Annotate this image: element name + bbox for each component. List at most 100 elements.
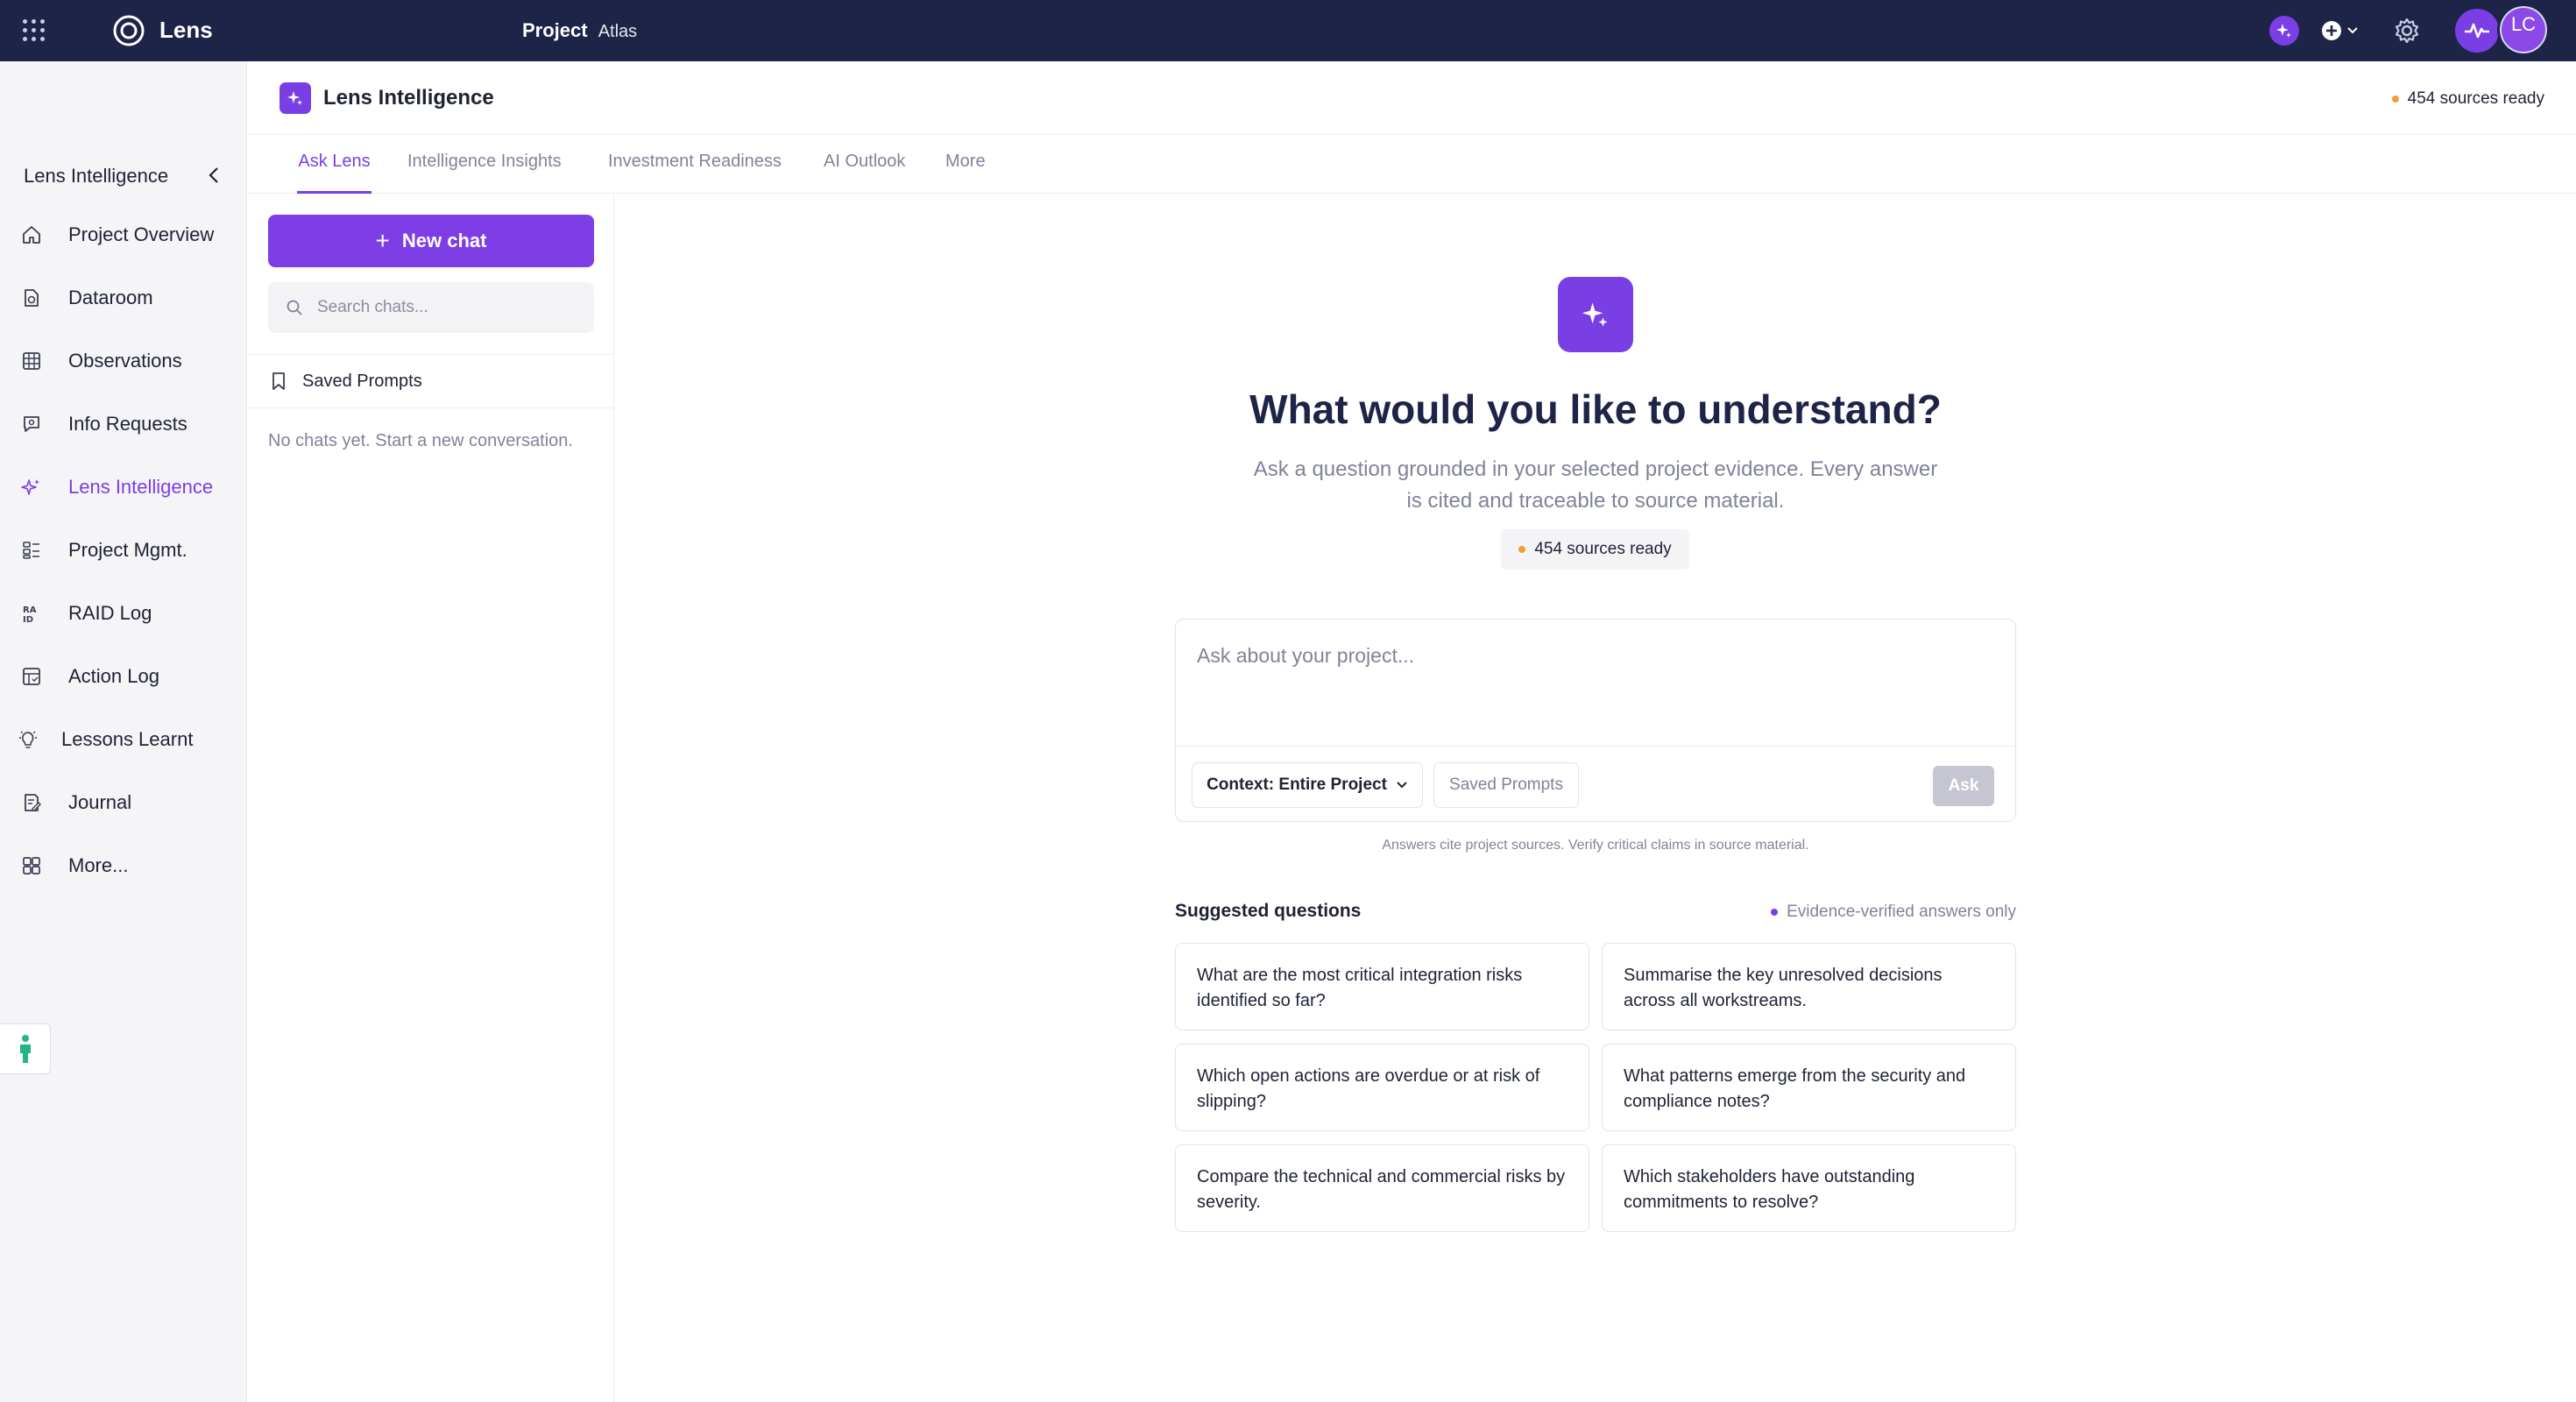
nav-item-journal[interactable]: Journal: [19, 785, 131, 820]
nav-item-label: RAID Log: [68, 602, 152, 624]
saved-prompts-link[interactable]: Saved Prompts: [248, 354, 614, 408]
status-dot: [1518, 546, 1526, 553]
search-icon: [287, 300, 302, 315]
plus-icon: +: [375, 227, 390, 254]
saved-prompts-label: Saved Prompts: [302, 371, 422, 391]
nav-item-label: Lens Intelligence: [68, 476, 214, 498]
nav-item-label: Journal: [68, 791, 132, 813]
apps-grid-icon[interactable]: [23, 19, 46, 42]
empty-chats-message: No chats yet. Start a new conversation.: [268, 431, 573, 450]
nav-item-info-requests[interactable]: Info Requests: [19, 407, 188, 442]
status-dot: [2391, 96, 2399, 103]
sources-status: 454 sources ready: [2391, 89, 2544, 109]
suggested-question-card[interactable]: Which stakeholders have outstanding comm…: [1602, 1144, 2016, 1232]
nav-item-label: Info Requests: [68, 413, 188, 435]
activity-button[interactable]: [2455, 9, 2499, 53]
sparkle-icon: [19, 475, 44, 499]
add-menu-button[interactable]: [2320, 18, 2364, 44]
search-chats-field[interactable]: [268, 282, 594, 333]
chevron-down-icon: [1397, 782, 1407, 789]
nav-section-title: Lens Intelligence: [24, 165, 169, 187]
help-widget-tab[interactable]: [0, 1023, 51, 1074]
chat-search-icon: [19, 412, 44, 436]
brand-name[interactable]: Lens: [159, 17, 213, 44]
new-chat-button[interactable]: + New chat: [268, 215, 594, 267]
suggested-questions-title: Suggested questions: [1175, 901, 1362, 921]
context-label: Context: Entire Project: [1207, 775, 1387, 794]
plus-circle-icon: [2322, 21, 2341, 40]
sparkle-icon: [2276, 24, 2291, 38]
hero-sparkle-icon: [1558, 277, 1633, 352]
raid-icon: RA ID: [19, 601, 44, 626]
ai-sparkle-button[interactable]: [2269, 16, 2299, 46]
nav-item-label: Lessons Learnt: [61, 728, 194, 750]
sources-pill-text: 454 sources ready: [1534, 540, 1672, 558]
chat-sidebar: + New chat Saved Prompts No chats yet. S…: [248, 195, 614, 1402]
composer-toolbar: Context: Entire Project Saved Prompts As…: [1176, 746, 2015, 821]
home-icon: [19, 223, 44, 247]
svg-text:RA: RA: [23, 605, 37, 615]
nav-item-project-mgmt[interactable]: Project Mgmt.: [19, 533, 188, 568]
ask-button[interactable]: Ask: [1933, 766, 1994, 806]
tab-investment-readiness[interactable]: Investment Readiness: [608, 152, 782, 194]
lightbulb-icon: [16, 727, 40, 752]
search-chats-input[interactable]: [317, 298, 580, 317]
top-bar: Lens Project Atlas LC: [0, 0, 2576, 61]
nav-item-dataroom[interactable]: Dataroom: [19, 280, 153, 315]
sources-status-text: 454 sources ready: [2407, 89, 2544, 108]
ask-composer: Context: Entire Project Saved Prompts As…: [1175, 619, 2016, 822]
person-icon: [19, 1035, 31, 1063]
tab-more[interactable]: More: [945, 152, 986, 194]
context-dropdown[interactable]: Context: Entire Project: [1192, 762, 1423, 808]
nav-item-lessons-learnt[interactable]: Lessons Learnt: [16, 722, 193, 757]
sources-ready-pill: 454 sources ready: [1501, 529, 1689, 570]
user-avatar[interactable]: LC: [2497, 4, 2550, 56]
suggested-question-card[interactable]: Summarise the key unresolved decisions a…: [1602, 943, 2016, 1030]
tab-ai-outlook[interactable]: AI Outlook: [824, 152, 905, 194]
more-grid-icon: [19, 853, 44, 878]
left-navigation: Lens Intelligence Project Overview Datar…: [0, 61, 247, 1402]
tab-ask-lens[interactable]: Ask Lens: [297, 152, 372, 194]
nav-item-raid-log[interactable]: RA ID RAID Log: [19, 596, 152, 631]
main-header: Lens Intelligence 454 sources ready: [248, 61, 2576, 135]
suggested-question-card[interactable]: Which open actions are overdue or at ris…: [1175, 1044, 1589, 1131]
tab-bar: Ask Lens Intelligence Insights Investmen…: [248, 136, 2576, 194]
evidence-note-text: Evidence-verified answers only: [1787, 903, 2016, 921]
collapse-chevron-icon[interactable]: [203, 163, 224, 188]
lens-intelligence-icon: [280, 82, 311, 114]
ask-input[interactable]: [1176, 620, 2015, 746]
hero-subheading: Ask a question grounded in your selected…: [1253, 457, 1938, 513]
answers-disclaimer: Answers cite project sources. Verify cri…: [1382, 838, 1809, 853]
svg-text:ID: ID: [23, 615, 33, 624]
suggested-question-card[interactable]: What patterns emerge from the security a…: [1602, 1044, 2016, 1131]
nav-item-label: Action Log: [68, 665, 159, 687]
evidence-verified-note: Evidence-verified answers only: [1771, 903, 2016, 922]
nav-item-action-log[interactable]: Action Log: [19, 659, 159, 694]
tab-intelligence-insights[interactable]: Intelligence Insights: [407, 152, 562, 194]
new-chat-label: New chat: [401, 230, 487, 251]
document-icon: [19, 286, 44, 310]
project-name: Atlas: [598, 22, 638, 41]
nav-item-label: Observations: [68, 350, 182, 372]
activity-pulse-icon: [2465, 23, 2489, 39]
page-title: Lens Intelligence: [323, 86, 494, 110]
table-icon: [19, 664, 44, 689]
hero-heading: What would you like to understand?: [1249, 386, 1942, 432]
nav-item-label: Project Mgmt.: [68, 539, 188, 561]
lens-logo-icon[interactable]: [112, 14, 145, 47]
project-prefix: Project: [522, 19, 588, 41]
chevron-down-icon: [2347, 27, 2358, 34]
suggested-question-card[interactable]: What are the most critical integration r…: [1175, 943, 1589, 1030]
nav-item-more[interactable]: More...: [19, 848, 128, 883]
suggested-question-card[interactable]: Compare the technical and commercial ris…: [1175, 1144, 1589, 1232]
bookmark-icon: [272, 372, 285, 390]
nav-item-label: Project Overview: [68, 223, 215, 245]
nav-item-project-overview[interactable]: Project Overview: [19, 217, 214, 252]
nav-item-observations[interactable]: Observations: [19, 343, 182, 379]
grid-icon: [19, 349, 44, 373]
nav-item-lens-intelligence[interactable]: Lens Intelligence: [19, 470, 213, 505]
project-selector[interactable]: Project Atlas: [522, 19, 637, 42]
gear-icon[interactable]: [2392, 16, 2422, 46]
saved-prompts-button[interactable]: Saved Prompts: [1433, 762, 1579, 808]
status-dot: [1771, 909, 1779, 916]
